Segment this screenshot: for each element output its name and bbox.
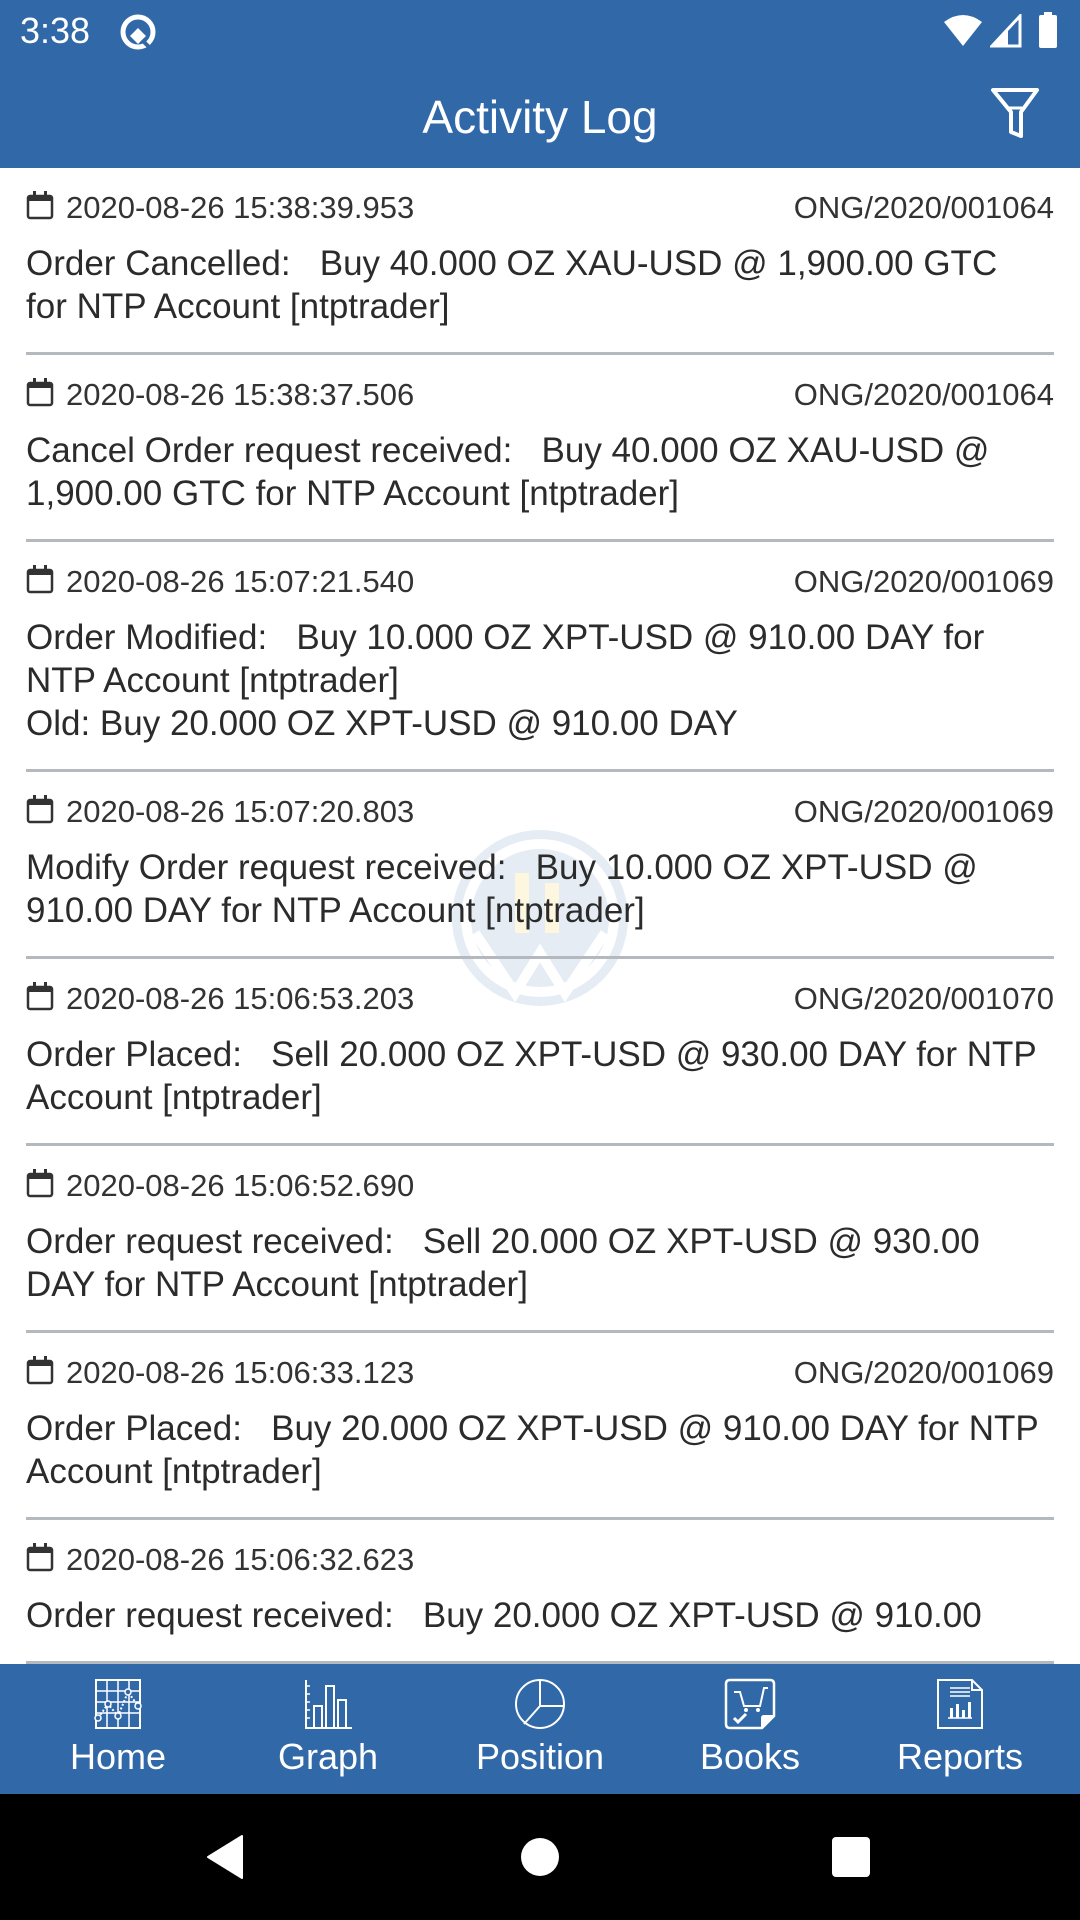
nav-position[interactable]: Position — [440, 1664, 640, 1794]
entry-timestamp: 2020-08-26 15:06:52.690 — [66, 1168, 415, 1203]
wifi-icon — [944, 15, 982, 46]
nav-books[interactable]: Books — [650, 1664, 850, 1794]
entry-meta: 2020-08-26 15:06:53.203 ONG/2020/001070 — [26, 981, 1054, 1017]
entry-timestamp: 2020-08-26 15:38:39.953 — [66, 190, 415, 225]
entry-meta: 2020-08-26 15:06:33.123 ONG/2020/001069 — [26, 1355, 1054, 1391]
log-entry[interactable]: 2020-08-26 15:38:37.506 ONG/2020/001064 … — [26, 355, 1054, 542]
entry-order-reference: ONG/2020/001064 — [793, 190, 1054, 225]
activity-log-list[interactable]: 2020-08-26 15:38:39.953 ONG/2020/001064 … — [0, 168, 1080, 1664]
system-navigation-bar — [0, 1794, 1080, 1920]
status-time: 3:38 — [20, 10, 91, 51]
pie-chart-icon — [515, 1679, 565, 1729]
nav-graph-label: Graph — [277, 1736, 379, 1777]
log-entry[interactable]: 2020-08-26 15:06:32.623 Order request re… — [26, 1520, 1054, 1664]
back-icon[interactable] — [204, 1834, 244, 1880]
log-entry[interactable]: 2020-08-26 15:06:52.690 Order request re… — [26, 1146, 1054, 1333]
nav-home-label: Home — [69, 1736, 167, 1777]
entry-meta: 2020-08-26 15:38:37.506 ONG/2020/001064 — [26, 377, 1054, 413]
filter-icon — [991, 88, 1039, 138]
entry-timestamp: 2020-08-26 15:07:21.540 — [66, 564, 415, 599]
recents-icon[interactable] — [830, 1834, 872, 1880]
calendar-icon — [26, 982, 54, 1011]
app-bar: Activity Log — [0, 64, 1080, 168]
entry-message: Cancel Order request received: Buy 40.00… — [26, 431, 990, 513]
filter-button[interactable] — [985, 84, 1045, 144]
entry-timestamp: 2020-08-26 15:06:33.123 — [66, 1355, 415, 1390]
calendar-icon — [26, 378, 54, 407]
entry-meta: 2020-08-26 15:07:21.540 ONG/2020/001069 — [26, 564, 1054, 600]
entry-meta: 2020-08-26 15:07:20.803 ONG/2020/001069 — [26, 794, 1054, 830]
nav-books-label: Books — [699, 1736, 801, 1777]
entry-message: Order request received: Sell 20.000 OZ X… — [26, 1222, 980, 1304]
page-title: Activity Log — [422, 91, 658, 143]
entry-timestamp: 2020-08-26 15:38:37.506 — [66, 377, 415, 412]
calendar-icon — [26, 191, 54, 220]
entry-message: Modify Order request received: Buy 10.00… — [26, 848, 978, 930]
calendar-icon — [26, 1169, 54, 1198]
entry-timestamp: 2020-08-26 15:06:53.203 — [66, 981, 415, 1016]
entry-order-reference: ONG/2020/001069 — [793, 794, 1054, 829]
entry-meta: 2020-08-26 15:06:32.623 — [26, 1542, 1054, 1578]
entry-timestamp: 2020-08-26 15:06:32.623 — [66, 1542, 415, 1577]
line-chart-grid-icon — [94, 1679, 142, 1729]
battery-icon — [1039, 12, 1057, 48]
entry-message: Order Placed: Buy 20.000 OZ XPT-USD @ 91… — [26, 1409, 1039, 1491]
entry-timestamp: 2020-08-26 15:07:20.803 — [66, 794, 415, 829]
status-bar: 3:38 — [0, 0, 1080, 64]
entry-order-reference: ONG/2020/001069 — [793, 564, 1054, 599]
nav-position-label: Position — [475, 1736, 605, 1777]
log-entry[interactable]: 2020-08-26 15:07:20.803 ONG/2020/001069 … — [26, 772, 1054, 959]
bar-chart-icon — [305, 1680, 352, 1729]
log-entry[interactable]: 2020-08-26 15:06:33.123 ONG/2020/001069 … — [26, 1333, 1054, 1520]
calendar-icon — [26, 1543, 54, 1572]
log-entry[interactable]: 2020-08-26 15:38:39.953 ONG/2020/001064 … — [26, 168, 1054, 355]
calendar-icon — [26, 1356, 54, 1385]
log-entry[interactable]: 2020-08-26 15:06:53.203 ONG/2020/001070 … — [26, 959, 1054, 1146]
entry-order-reference: ONG/2020/001069 — [793, 1355, 1054, 1390]
q-notification-icon — [120, 14, 156, 50]
nav-reports[interactable]: Reports — [860, 1664, 1060, 1794]
entry-meta: 2020-08-26 15:06:52.690 — [26, 1168, 1054, 1204]
entry-order-reference: ONG/2020/001070 — [793, 981, 1054, 1016]
nav-reports-label: Reports — [896, 1736, 1024, 1777]
entry-message: Order Modified: Buy 10.000 OZ XPT-USD @ … — [26, 618, 985, 743]
entry-message: Order Cancelled: Buy 40.000 OZ XAU-USD @… — [26, 244, 998, 326]
calendar-icon — [26, 565, 54, 594]
nav-home[interactable]: Home — [18, 1664, 218, 1794]
signal-icon — [990, 14, 1022, 48]
cart-check-icon — [724, 1678, 776, 1730]
report-document-icon — [937, 1679, 983, 1729]
home-icon[interactable] — [520, 1834, 560, 1880]
entry-order-reference: ONG/2020/001064 — [793, 377, 1054, 412]
entry-message: Order Placed: Sell 20.000 OZ XPT-USD @ 9… — [26, 1035, 1037, 1117]
calendar-icon — [26, 795, 54, 824]
entry-meta: 2020-08-26 15:38:39.953 ONG/2020/001064 — [26, 190, 1054, 226]
entry-message: Order request received: Buy 20.000 OZ XP… — [26, 1596, 982, 1635]
nav-graph[interactable]: Graph — [228, 1664, 428, 1794]
bottom-navigation: Home Graph Position Books Reports — [0, 1664, 1080, 1794]
log-entry[interactable]: 2020-08-26 15:07:21.540 ONG/2020/001069 … — [26, 542, 1054, 772]
